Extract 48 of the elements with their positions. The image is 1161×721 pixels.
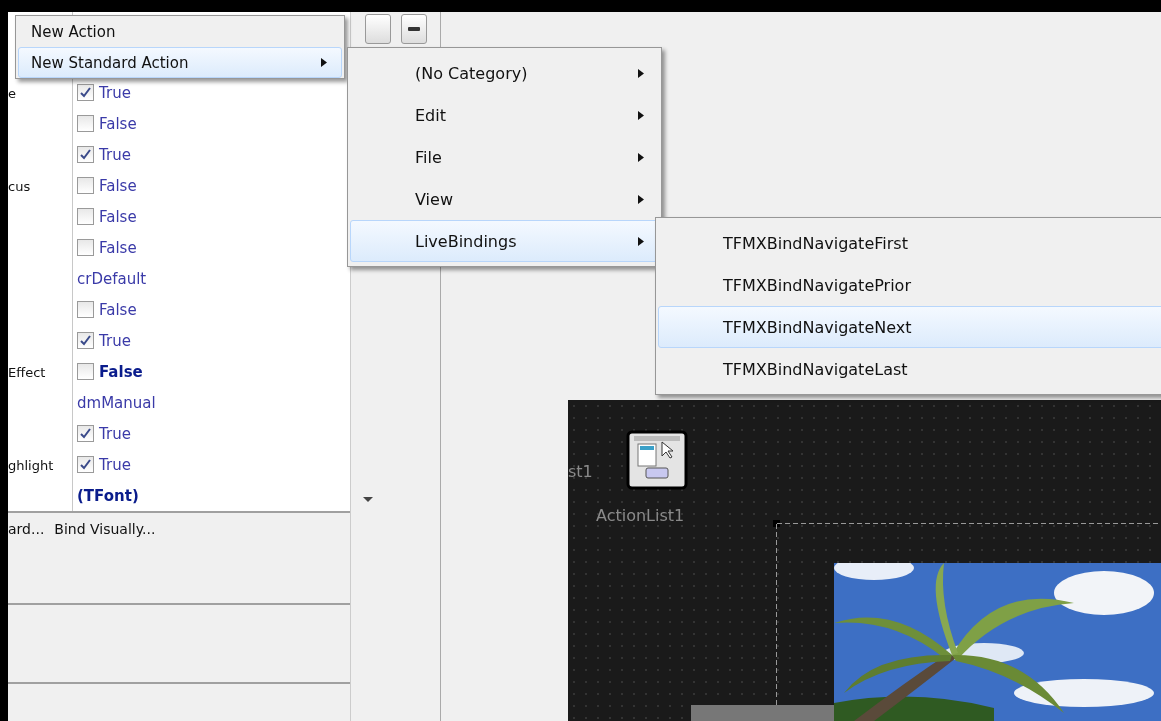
minus-icon <box>407 27 420 31</box>
component-label: st1 <box>568 462 593 481</box>
property-name: Effect <box>8 365 46 380</box>
property-value[interactable]: crDefault <box>77 269 147 288</box>
property-value[interactable]: False <box>99 300 137 319</box>
component-label: ActionList1 <box>596 506 685 525</box>
checkbox[interactable] <box>77 146 94 163</box>
verb-link[interactable]: Bind Visually... <box>54 521 156 537</box>
property-value[interactable]: True <box>99 455 131 474</box>
property-value[interactable]: dmManual <box>77 393 156 412</box>
menu-item[interactable]: File <box>350 136 659 178</box>
checkbox[interactable] <box>77 363 94 380</box>
checkbox[interactable] <box>77 425 94 442</box>
checkbox[interactable] <box>77 84 94 101</box>
property-value[interactable]: True <box>99 145 131 164</box>
property-value[interactable]: (TFont) <box>77 486 139 505</box>
verb-link[interactable]: ard... <box>8 521 45 537</box>
property-value[interactable]: False <box>99 362 143 381</box>
property-value[interactable]: False <box>99 238 137 257</box>
dropdown-arrow-icon[interactable] <box>363 497 373 502</box>
menu-item[interactable]: TFMXBindNavigateNext <box>658 306 1161 348</box>
property-value[interactable]: True <box>99 83 131 102</box>
collapse-button[interactable] <box>400 14 427 44</box>
checkbox[interactable] <box>77 301 94 318</box>
action-list-icon[interactable] <box>626 430 688 490</box>
property-value[interactable]: True <box>99 424 131 443</box>
toolbar-button[interactable] <box>364 14 391 44</box>
menu-item[interactable]: New Standard Action <box>18 47 342 78</box>
property-name: e <box>8 86 16 101</box>
checkbox[interactable] <box>77 208 94 225</box>
menu-item[interactable]: View <box>350 178 659 220</box>
checkbox[interactable] <box>77 177 94 194</box>
checkbox[interactable] <box>77 456 94 473</box>
checkbox[interactable] <box>77 115 94 132</box>
property-name: cus <box>8 179 31 194</box>
menu-item[interactable]: TFMXBindNavigateLast <box>658 348 1161 390</box>
checkbox[interactable] <box>77 332 94 349</box>
checkbox[interactable] <box>77 239 94 256</box>
menu-item[interactable]: Edit <box>350 94 659 136</box>
menu-item[interactable]: (No Category) <box>350 52 659 94</box>
menu-item[interactable]: TFMXBindNavigateFirst <box>658 222 1161 264</box>
menu-item[interactable]: TFMXBindNavigatePrior <box>658 264 1161 306</box>
property-name: ghlight <box>8 458 54 473</box>
property-value[interactable]: True <box>99 331 131 350</box>
property-value[interactable]: False <box>99 114 137 133</box>
property-value[interactable]: False <box>99 207 137 226</box>
menu-item[interactable]: New Action <box>18 16 342 47</box>
property-value[interactable]: False <box>99 176 137 195</box>
